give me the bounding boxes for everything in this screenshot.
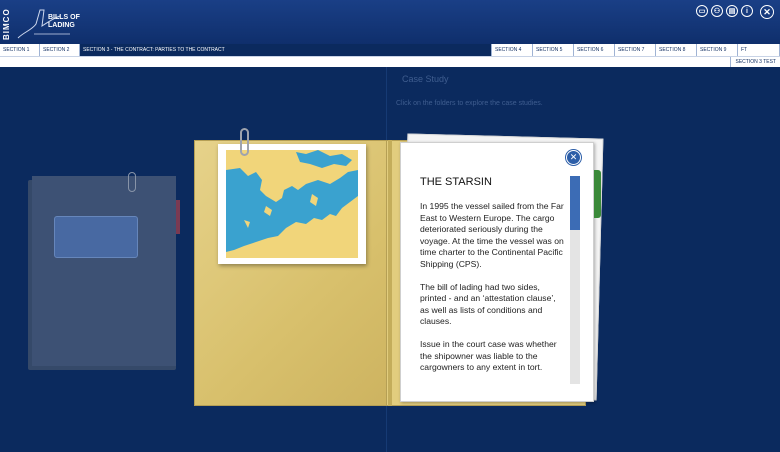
folder-spine [388, 140, 392, 406]
people-icon[interactable]: ⚇ [711, 5, 723, 17]
bimco-logo-text: BIMCO [2, 8, 11, 40]
app-header: BIMCO BILLS OF LADING ▭ ⚇ ▤ i ✕ [0, 0, 780, 44]
sub-nav: SECTION 3 TEST [0, 56, 780, 67]
page-title: Case Study [402, 74, 449, 84]
logo-title-line2: LADING [48, 22, 75, 29]
tab-section-6[interactable]: SECTION 6 [574, 44, 615, 56]
tab-section-1[interactable]: SECTION 1 [0, 44, 40, 56]
close-case-button[interactable]: ✕ [566, 150, 581, 165]
header-toolbar: ▭ ⚇ ▤ i ✕ [696, 5, 774, 19]
paperclip-icon [128, 172, 136, 192]
tab-section-3[interactable]: SECTION 3 - THE CONTRACT: PARTIES TO THE… [80, 44, 492, 56]
folder-tab-green[interactable] [594, 170, 601, 218]
logo-title-line1: BILLS OF [48, 14, 80, 21]
map-photo [218, 144, 366, 264]
case-paragraph: In 1995 the vessel sailed from the Far E… [420, 201, 564, 269]
case-heading: THE STARSIN [420, 176, 492, 188]
tab-section-7[interactable]: SECTION 7 [615, 44, 656, 56]
section-test-link[interactable]: SECTION 3 TEST [729, 57, 776, 67]
case-folder-closed[interactable] [28, 176, 176, 370]
scrollbar-thumb[interactable] [570, 176, 580, 230]
instruction-text: Click on the folders to explore the case… [396, 100, 543, 107]
case-text: In 1995 the vessel sailed from the Far E… [420, 201, 566, 385]
tab-section-4[interactable]: SECTION 4 [492, 44, 533, 56]
tab-section-9[interactable]: SECTION 9 [697, 44, 738, 56]
document-icon[interactable]: ▤ [726, 5, 738, 17]
info-icon[interactable]: i [741, 5, 753, 17]
case-paragraph: Issue in the court case was whether the … [420, 339, 557, 372]
section-nav: SECTION 1 SECTION 2 SECTION 3 - THE CONT… [0, 44, 780, 56]
logo-title: BILLS OF LADING [48, 14, 80, 30]
tab-ft[interactable]: FT [738, 44, 780, 56]
case-paragraph: The bill of lading had two sides, printe… [420, 281, 556, 327]
tab-section-2[interactable]: SECTION 2 [40, 44, 80, 56]
paperclip-icon [240, 128, 249, 156]
close-icon[interactable]: ✕ [760, 5, 774, 19]
map-image [226, 150, 358, 258]
folder-label [54, 216, 138, 258]
tab-section-5[interactable]: SECTION 5 [533, 44, 574, 56]
folder-tab [176, 200, 180, 234]
book-icon[interactable]: ▭ [696, 5, 708, 17]
tab-section-8[interactable]: SECTION 8 [656, 44, 697, 56]
